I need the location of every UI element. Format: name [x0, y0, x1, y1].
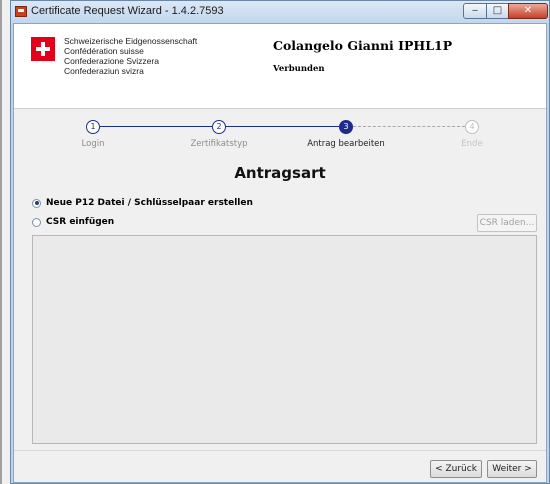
step-2-indicator: 2	[212, 120, 226, 134]
step-connector	[226, 126, 339, 127]
step-2-label: Zertifikatstyp	[190, 139, 248, 149]
org-line: Schweizerische Eidgenossenschaft	[64, 36, 198, 46]
app-icon	[15, 6, 27, 17]
wizard-progress: 1 2 3 4 Login Zertifikatstyp Antrag bear…	[14, 120, 546, 156]
organization-name: Schweizerische Eidgenossenschaft Confédé…	[64, 36, 197, 76]
close-button[interactable]: ✕	[508, 3, 548, 19]
maximize-button[interactable]: □	[486, 3, 509, 19]
radio-new-p12[interactable]	[32, 198, 41, 208]
background-window-edge	[0, 0, 2, 484]
org-line: Confederaziun svizra	[64, 66, 144, 76]
section-title: Antragsart	[234, 164, 326, 182]
load-csr-button[interactable]: CSR laden...	[477, 214, 537, 232]
step-4-label: Ende	[461, 139, 483, 149]
connection-status: Verbunden	[273, 64, 325, 74]
wizard-window: Certificate Request Wizard - 1.4.2.7593 …	[10, 0, 550, 484]
step-connector	[100, 126, 212, 127]
option-insert-csr-label: CSR einfügen	[46, 217, 115, 227]
step-connector	[353, 126, 465, 127]
back-button[interactable]: < Zurück	[430, 460, 482, 478]
step-3-indicator: 3	[339, 120, 353, 134]
footer-separator	[14, 450, 546, 451]
window-client-area: Schweizerische Eidgenossenschaft Confédé…	[13, 23, 547, 483]
header-banner: Schweizerische Eidgenossenschaft Confédé…	[14, 24, 546, 109]
step-1-indicator: 1	[86, 120, 100, 134]
option-insert-csr[interactable]: CSR einfügen	[32, 215, 114, 229]
step-1-label: Login	[81, 139, 105, 149]
option-new-p12[interactable]: Neue P12 Datei / Schlüsselpaar erstellen	[32, 196, 253, 210]
radio-insert-csr[interactable]	[32, 217, 41, 227]
title-bar[interactable]: Certificate Request Wizard - 1.4.2.7593 …	[11, 1, 549, 23]
minimize-button[interactable]: ‒	[463, 3, 487, 19]
option-new-p12-label: Neue P12 Datei / Schlüsselpaar erstellen	[46, 198, 253, 208]
org-line: Confédération suisse	[64, 46, 144, 56]
window-title: Certificate Request Wizard - 1.4.2.7593	[31, 5, 224, 17]
user-name: Colangelo Gianni IPHL1P	[273, 38, 453, 53]
swiss-flag-icon	[31, 37, 55, 61]
step-4-indicator: 4	[465, 120, 479, 134]
step-3-label: Antrag bearbeiten	[307, 139, 385, 149]
next-button[interactable]: Weiter >	[487, 460, 537, 478]
csr-text-area[interactable]	[32, 235, 537, 444]
org-line: Confederazione Svizzera	[64, 56, 159, 66]
